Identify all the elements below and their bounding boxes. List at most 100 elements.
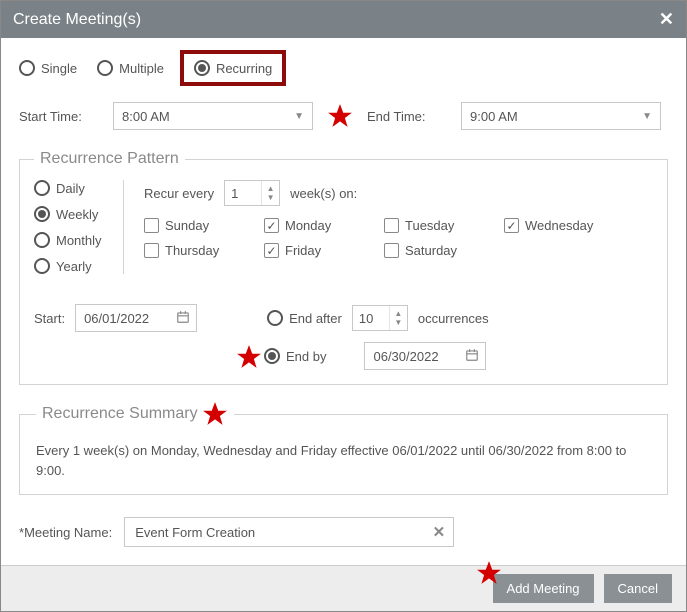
radio-label: Weekly: [56, 207, 98, 222]
meeting-name-value[interactable]: [133, 524, 432, 541]
chk-label: Sunday: [165, 218, 209, 233]
chk-thursday[interactable]: Thursday: [144, 243, 254, 258]
end-time-select[interactable]: 9:00 AM ▼: [461, 102, 661, 130]
recurrence-summary-group: Recurrence Summary Every 1 week(s) on Mo…: [19, 401, 668, 495]
radio-label: Monthly: [56, 233, 102, 248]
radio-label: End by: [286, 349, 326, 364]
chk-tuesday[interactable]: Tuesday: [384, 218, 494, 233]
chevron-down-icon: ▼: [642, 111, 652, 122]
close-icon[interactable]: ✕: [659, 9, 674, 30]
range-end-row: End by: [264, 342, 653, 370]
chevron-down-icon: ▼: [294, 111, 304, 122]
spinner-arrows-icon[interactable]: ▲▼: [389, 306, 407, 330]
radio-icon: [97, 60, 113, 76]
frequency-column: Daily Weekly Monthly Yearly: [34, 180, 124, 274]
occurrences-label: occurrences: [418, 311, 489, 326]
dialog-title: Create Meeting(s): [13, 11, 141, 29]
range-start-row: Start: End after ▲▼ occurrences: [34, 304, 653, 332]
radio-label: Yearly: [56, 259, 92, 274]
radio-label: Daily: [56, 181, 85, 196]
radio-end-after[interactable]: End after: [267, 310, 342, 326]
clear-icon[interactable]: ✕: [433, 523, 446, 541]
radio-weekly[interactable]: Weekly: [34, 206, 103, 222]
recur-every-row: Recur every ▲▼ week(s) on:: [144, 180, 614, 206]
start-date-value[interactable]: [82, 310, 168, 327]
recur-prefix: Recur every: [144, 186, 214, 201]
summary-legend-wrap: Recurrence Summary: [36, 401, 234, 427]
time-row: Start Time: 8:00 AM ▼ End Time: 9:00 AM …: [19, 102, 668, 130]
radio-yearly[interactable]: Yearly: [34, 258, 103, 274]
calendar-icon[interactable]: [176, 310, 190, 327]
weekly-options: Recur every ▲▼ week(s) on: Sunday Monday…: [144, 180, 614, 274]
radio-label: Single: [41, 61, 77, 76]
dialog-content: Single Multiple Recurring Start Time: 8:…: [1, 38, 686, 565]
start-date-input[interactable]: [75, 304, 197, 332]
spinner-arrows-icon[interactable]: ▲▼: [261, 181, 279, 205]
meeting-name-label: Meeting Name:: [19, 525, 112, 540]
pattern-body: Daily Weekly Monthly Yearly Recur every …: [34, 180, 653, 274]
radio-monthly[interactable]: Monthly: [34, 232, 103, 248]
star-icon: [202, 401, 228, 427]
summary-text: Every 1 week(s) on Monday, Wednesday and…: [36, 441, 651, 480]
chk-label: Tuesday: [405, 218, 454, 233]
chk-label: Thursday: [165, 243, 219, 258]
radio-icon: [34, 258, 50, 274]
chk-label: Saturday: [405, 243, 457, 258]
chk-label: Wednesday: [525, 218, 593, 233]
radio-icon: [34, 206, 50, 222]
occurrences-value[interactable]: [353, 306, 389, 330]
cancel-button[interactable]: Cancel: [604, 574, 672, 603]
recurrence-summary-legend: Recurrence Summary: [42, 405, 198, 423]
chk-wednesday[interactable]: Wednesday: [504, 218, 614, 233]
meeting-name-input[interactable]: ✕: [124, 517, 454, 547]
checkbox-icon: [504, 218, 519, 233]
chk-friday[interactable]: Friday: [264, 243, 374, 258]
end-by-date-input[interactable]: [364, 342, 486, 370]
calendar-icon[interactable]: [465, 348, 479, 365]
start-date-label: Start:: [34, 311, 65, 326]
checkbox-icon: [264, 243, 279, 258]
meeting-name-row: Meeting Name: ✕: [19, 517, 668, 547]
recurrence-pattern-group: Recurrence Pattern Daily Weekly Monthly …: [19, 150, 668, 385]
dialog-footer: Add Meeting Cancel: [1, 565, 686, 611]
radio-label: End after: [289, 311, 342, 326]
checkbox-icon: [144, 243, 159, 258]
radio-label: Multiple: [119, 61, 164, 76]
radio-end-by[interactable]: End by: [264, 348, 326, 364]
chk-label: Monday: [285, 218, 331, 233]
recur-suffix: week(s) on:: [290, 186, 357, 201]
star-icon: [476, 560, 502, 586]
checkbox-icon: [144, 218, 159, 233]
radio-multiple[interactable]: Multiple: [97, 60, 164, 76]
occurrences-input[interactable]: ▲▼: [352, 305, 408, 331]
chk-saturday[interactable]: Saturday: [384, 243, 494, 258]
checkbox-icon: [264, 218, 279, 233]
radio-label: Recurring: [216, 61, 272, 76]
radio-recurring[interactable]: Recurring: [194, 60, 272, 76]
recurrence-pattern-legend: Recurrence Pattern: [34, 150, 185, 168]
start-time-value: 8:00 AM: [122, 109, 170, 124]
end-time-label: End Time:: [367, 109, 447, 124]
radio-icon: [34, 180, 50, 196]
checkbox-icon: [384, 243, 399, 258]
days-grid: Sunday Monday Tuesday Wednesday Thursday…: [144, 218, 614, 258]
radio-icon: [264, 348, 280, 364]
radio-single[interactable]: Single: [19, 60, 77, 76]
radio-icon: [19, 60, 35, 76]
create-meeting-dialog: Create Meeting(s) ✕ Single Multiple Recu…: [0, 0, 687, 612]
radio-icon: [194, 60, 210, 76]
chk-monday[interactable]: Monday: [264, 218, 374, 233]
star-icon: [327, 103, 353, 129]
end-by-date-value[interactable]: [371, 348, 457, 365]
recur-count-input[interactable]: ▲▼: [224, 180, 280, 206]
add-meeting-button[interactable]: Add Meeting: [493, 574, 594, 603]
chk-sunday[interactable]: Sunday: [144, 218, 254, 233]
meeting-type-row: Single Multiple Recurring: [19, 56, 668, 80]
highlight-recurring: Recurring: [180, 50, 286, 86]
radio-daily[interactable]: Daily: [34, 180, 103, 196]
start-time-label: Start Time:: [19, 109, 99, 124]
chk-label: Friday: [285, 243, 321, 258]
checkbox-icon: [384, 218, 399, 233]
start-time-select[interactable]: 8:00 AM ▼: [113, 102, 313, 130]
recur-count-value[interactable]: [225, 181, 261, 205]
